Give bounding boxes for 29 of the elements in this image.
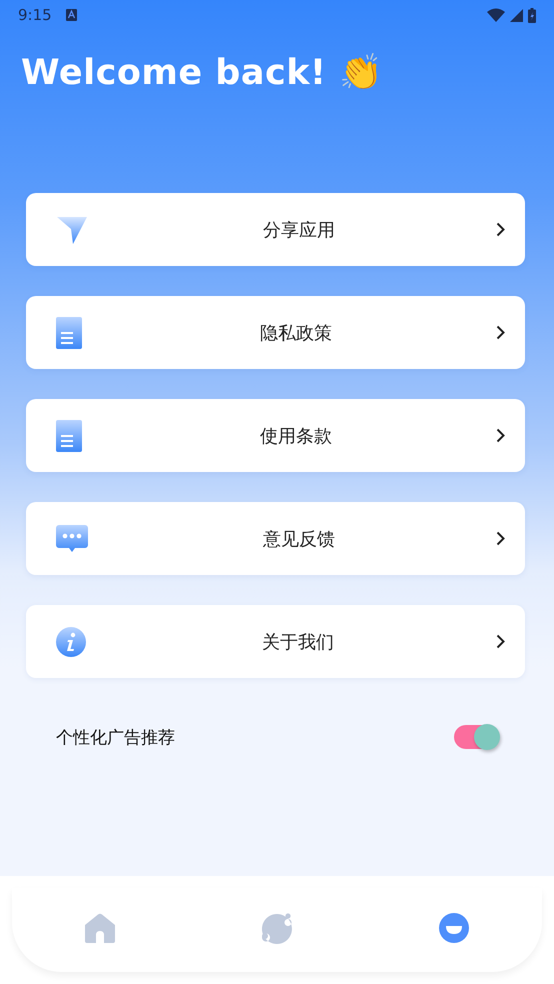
nav-tab[interactable]: [83, 911, 118, 945]
menu-item[interactable]: 隐私政策: [26, 296, 525, 369]
chevron-icon: [496, 634, 505, 649]
signal-icon: [510, 8, 523, 22]
status-time: 9:15: [18, 6, 52, 24]
battery-icon: [528, 8, 536, 22]
paper-plane-icon: [56, 214, 88, 244]
keyboard-icon: [66, 9, 77, 21]
menu-item[interactable]: 使用条款: [26, 399, 525, 472]
nav-tab[interactable]: [436, 911, 471, 945]
menu-item[interactable]: 关于我们: [26, 605, 525, 678]
chevron-icon: [496, 428, 505, 443]
home-icon: [85, 913, 116, 943]
toggle-switch[interactable]: [454, 724, 500, 750]
chevron-icon: [496, 325, 505, 340]
setting-label: 个性化广告推荐: [56, 726, 176, 748]
chevron-icon: [496, 222, 505, 237]
smiley-icon: [438, 913, 469, 943]
chat-bubble-icon: [56, 524, 88, 552]
welcome-title: Welcome back! 👏: [21, 52, 385, 93]
wifi-icon: [487, 8, 505, 22]
info-icon: [56, 626, 86, 656]
chevron-icon: [496, 531, 505, 546]
planet-icon: [260, 912, 293, 944]
document-icon: [56, 420, 82, 452]
menu-item[interactable]: 分享应用: [26, 193, 525, 266]
document-icon: [56, 316, 82, 348]
menu-item[interactable]: 意见反馈: [26, 502, 525, 575]
nav-tab[interactable]: [260, 911, 294, 945]
